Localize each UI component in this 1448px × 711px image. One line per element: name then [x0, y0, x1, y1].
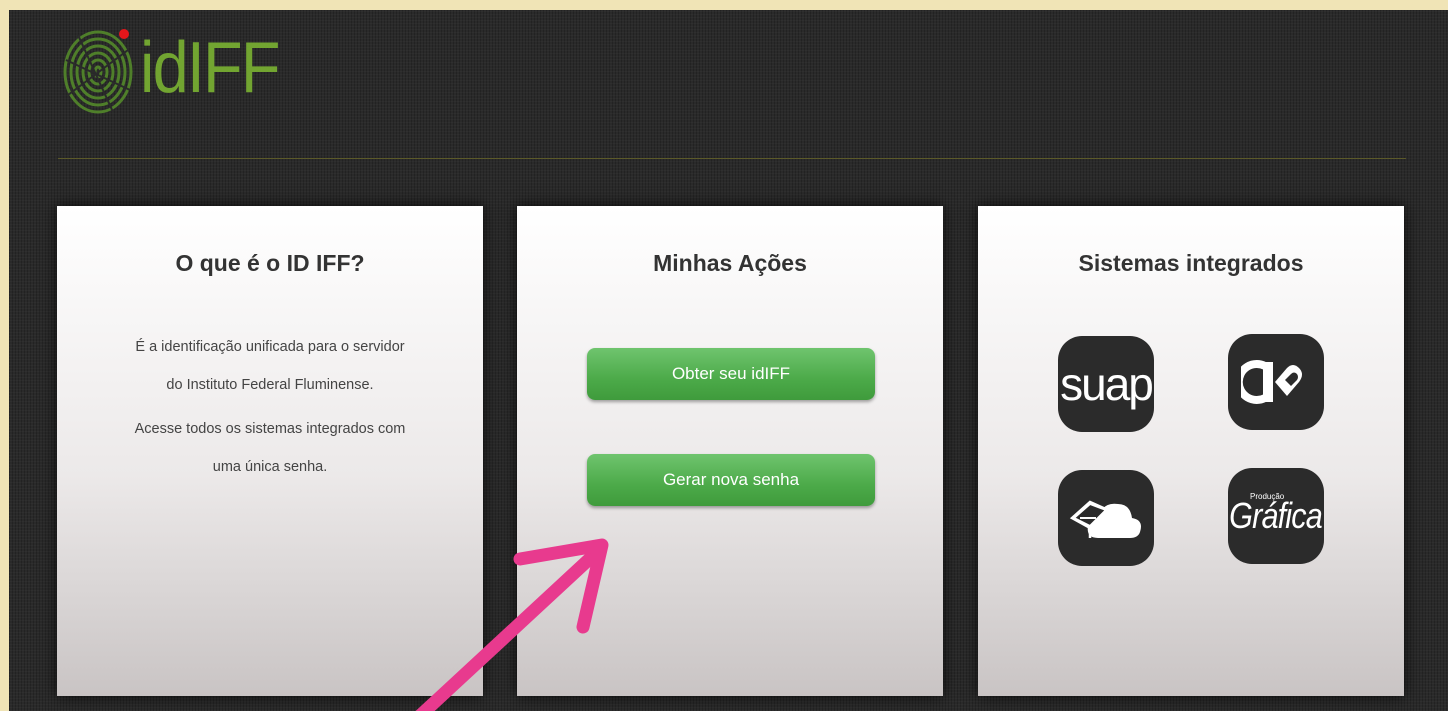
grafica-icon[interactable]: Produção Gráfica — [1228, 468, 1324, 564]
mug-heart-icon[interactable] — [1228, 334, 1324, 430]
suap-label: suap — [1060, 358, 1154, 410]
about-line-1: É a identificação unificada para o servi… — [135, 339, 405, 355]
suap-icon[interactable]: suap — [1058, 336, 1154, 432]
box-cloud-icon[interactable] — [1058, 470, 1154, 566]
header-divider — [58, 158, 1406, 159]
obtain-idiff-button[interactable]: Obter seu idIFF — [587, 348, 875, 400]
about-title: O que é o ID IFF? — [175, 250, 365, 276]
fingerprint-icon — [58, 20, 136, 116]
about-line-2: do Instituto Federal Fluminense. — [166, 377, 374, 393]
systems-card: Sistemas integrados suap Produção Gráfic… — [978, 206, 1404, 696]
about-card: O que é o ID IFF? É a identificação unif… — [57, 206, 483, 696]
systems-title: Sistemas integrados — [1078, 250, 1304, 276]
about-line-4: uma única senha. — [212, 459, 328, 475]
about-description: É a identificação unificada para o servi… — [77, 328, 463, 486]
grafica-label: Gráfica — [1229, 495, 1324, 536]
logo-text: idIFF — [140, 28, 280, 108]
idiff-logo[interactable]: idIFF — [58, 20, 294, 116]
actions-title: Minhas Ações — [653, 250, 807, 276]
actions-card: Minhas Ações Obter seu idIFF Gerar nova … — [517, 206, 943, 696]
reset-password-button[interactable]: Gerar nova senha — [587, 454, 875, 506]
about-line-3: Acesse todos os sistemas integrados com — [134, 421, 406, 437]
